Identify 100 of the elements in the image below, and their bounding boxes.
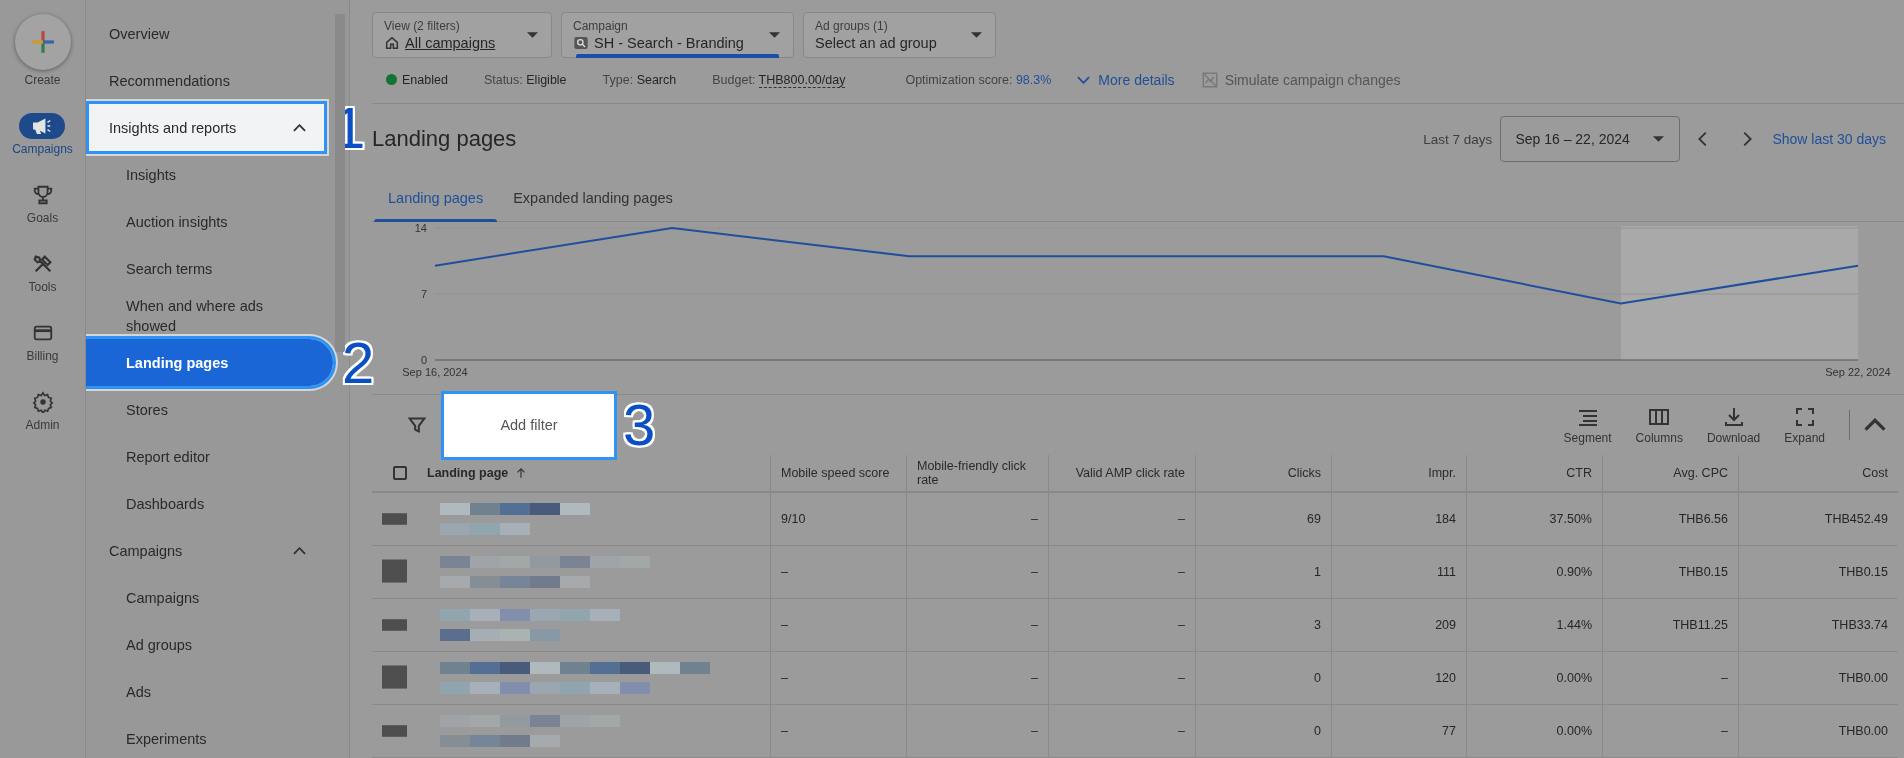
- nav-item[interactable]: Recommendations: [89, 57, 324, 104]
- toolbar-button[interactable]: Expand: [1772, 405, 1837, 445]
- optimization-score: Optimization score: 98.3%: [905, 72, 1052, 87]
- table-cell: –: [1048, 705, 1195, 758]
- show-last-30-days-link[interactable]: Show last 30 days: [1772, 131, 1886, 147]
- axis-label: 0: [420, 354, 427, 366]
- caret-icon: [769, 32, 780, 38]
- table-cell: –: [906, 705, 1048, 758]
- table-cell: 0: [1195, 705, 1331, 758]
- table-cell: –: [1602, 652, 1738, 705]
- plus-icon: [29, 29, 56, 55]
- column-header[interactable]: Valid AMP click rate: [1075, 466, 1185, 480]
- table-cell: –: [1048, 546, 1195, 599]
- nav-item[interactable]: Experiments: [89, 715, 324, 758]
- table-cell: –: [1048, 493, 1195, 546]
- tools-icon: [31, 253, 54, 275]
- table-cell: 0: [1195, 652, 1331, 705]
- table-cell: THB11.25: [1602, 599, 1738, 652]
- column-header[interactable]: Landing page: [427, 466, 529, 480]
- table-cell: –: [906, 493, 1048, 546]
- table-cell: 3: [1195, 599, 1331, 652]
- rail-item[interactable]: Tools: [19, 251, 66, 294]
- table-cell: 77: [1331, 705, 1466, 758]
- checkbox[interactable]: [393, 466, 407, 480]
- more-details-link[interactable]: More details: [1077, 71, 1175, 88]
- table-cell: –: [770, 705, 906, 758]
- table-cell: –: [770, 652, 906, 705]
- nav-item[interactable]: Stores: [89, 386, 324, 433]
- tab[interactable]: Landing pages: [374, 174, 498, 221]
- nav-item[interactable]: Campaigns: [89, 574, 324, 621]
- nav-item[interactable]: Dashboards: [89, 480, 324, 527]
- nav-item[interactable]: Insights: [89, 151, 324, 198]
- budget-text: Budget: THB800.00/day: [712, 72, 846, 87]
- table-cell: THB0.00: [1738, 705, 1898, 758]
- table-cell: –: [770, 599, 906, 652]
- rail-item[interactable]: Billing: [19, 320, 66, 363]
- toolbar-button[interactable]: Download: [1694, 405, 1773, 445]
- column-header[interactable]: Clicks: [1287, 466, 1321, 480]
- nav-item[interactable]: Report editor: [89, 433, 324, 480]
- toolbar-button[interactable]: Segment: [1551, 405, 1624, 445]
- thumbnail-icon: [382, 559, 407, 585]
- nav-item[interactable]: Ad groups: [89, 621, 324, 668]
- table-cell: THB0.00: [1738, 652, 1898, 705]
- table-cell: THB6.56: [1602, 493, 1738, 546]
- nav-item[interactable]: When and where ads showed: [89, 292, 324, 339]
- status-text: Status: Eligible: [483, 72, 567, 87]
- column-header[interactable]: Impr.: [1428, 466, 1456, 480]
- status-text: Enabled: [402, 72, 448, 87]
- filter-dropdown[interactable]: View (2 filters) All campaigns: [372, 12, 552, 58]
- toolbar-button[interactable]: Columns: [1623, 405, 1695, 445]
- table-cell: –: [906, 652, 1048, 705]
- table-cell: 1.44%: [1466, 599, 1602, 652]
- table-cell: 37.50%: [1466, 493, 1602, 546]
- axis-label: Sep 16, 2024: [402, 366, 468, 378]
- date-range-dropdown[interactable]: Sep 16 – 22, 2024: [1500, 116, 1681, 162]
- nav-item[interactable]: Search terms: [89, 245, 324, 292]
- filter-dropdown[interactable]: Ad groups (1) Select an ad group: [803, 12, 996, 58]
- filter-dropdown[interactable]: Campaign SH - Search - Branding: [561, 12, 794, 58]
- campaign-type: Type: Search: [602, 72, 677, 87]
- caret-icon: [1653, 136, 1665, 142]
- table-cell: –: [1602, 705, 1738, 758]
- scrollbar[interactable]: [335, 14, 345, 352]
- column-header[interactable]: Mobile speed score: [781, 466, 890, 480]
- rail-item[interactable]: Campaigns: [12, 113, 73, 156]
- table-cell: THB452.49: [1738, 493, 1898, 546]
- table-cell: –: [906, 599, 1048, 652]
- nav-item[interactable]: Ads: [89, 668, 324, 715]
- table-cell: 209: [1331, 599, 1466, 652]
- axis-label: Sep 22, 2024: [1825, 366, 1891, 378]
- table-cell: 0.90%: [1466, 546, 1602, 599]
- tab[interactable]: Expanded landing pages: [499, 174, 687, 221]
- nav-item[interactable]: Overview: [89, 10, 324, 57]
- column-header[interactable]: Avg. CPC: [1673, 466, 1728, 480]
- rail-item[interactable]: Admin: [19, 389, 66, 432]
- search-icon: [573, 35, 589, 51]
- nav-item[interactable]: Campaigns: [89, 527, 324, 574]
- trophy-icon: [31, 184, 54, 206]
- column-header[interactable]: CTR: [1566, 466, 1592, 480]
- table-cell: –: [770, 546, 906, 599]
- settings-icon: [31, 391, 54, 413]
- range-label: Last 7 days: [1423, 131, 1493, 147]
- table-cell: 1: [1195, 546, 1331, 599]
- page-title: Landing pages: [372, 126, 518, 152]
- axis-label: 14: [414, 222, 427, 234]
- table-cell: THB0.15: [1738, 546, 1898, 599]
- nav-item[interactable]: Auction insights: [89, 198, 324, 245]
- table-cell: THB33.74: [1738, 599, 1898, 652]
- table-cell: 0.00%: [1466, 652, 1602, 705]
- rail-item[interactable]: Goals: [19, 182, 66, 225]
- table-cell: 69: [1195, 493, 1331, 546]
- chevron-down-icon: [1077, 75, 1091, 84]
- caret-icon: [971, 32, 982, 38]
- table-cell: THB0.15: [1602, 546, 1738, 599]
- table-cell: 111: [1331, 546, 1466, 599]
- step-number: 3: [623, 396, 656, 454]
- table-cell: –: [906, 546, 1048, 599]
- column-header[interactable]: Cost: [1862, 466, 1888, 480]
- chart-off-icon: [1200, 70, 1219, 89]
- column-header[interactable]: Mobile-friendly click rate: [917, 459, 1038, 487]
- caret-icon: [527, 32, 538, 38]
